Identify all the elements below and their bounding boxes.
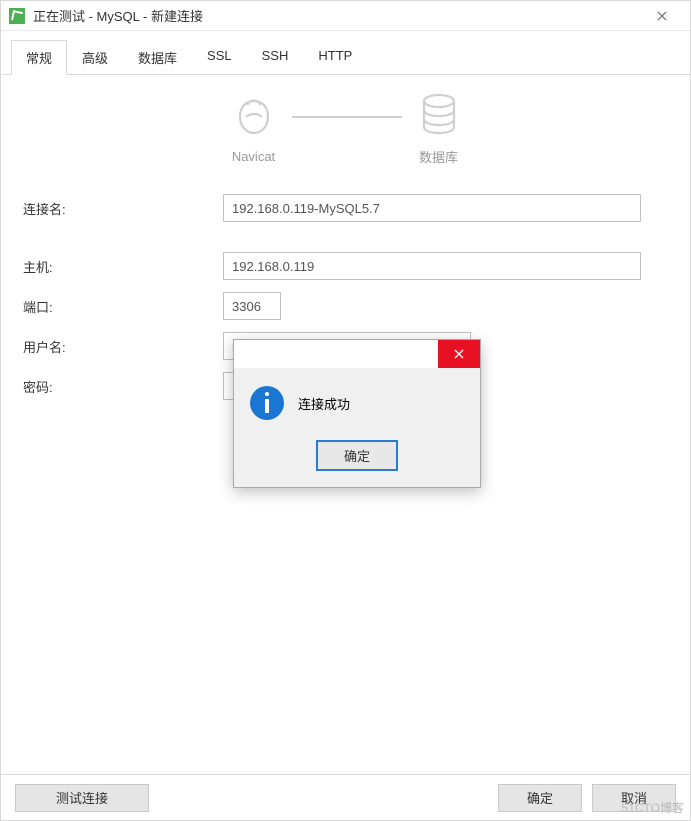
message-dialog-footer: 确定 [234,430,480,487]
message-dialog-body: 连接成功 [234,368,480,430]
tab-label: SSL [207,48,232,63]
row-port: 端口: [23,292,668,320]
illus-left-label: Navicat [232,149,275,164]
illus-right-label: 数据库 [419,147,458,166]
tab-label: SSH [262,48,289,63]
message-dialog-ok-button[interactable]: 确定 [316,440,398,471]
message-dialog-close-button[interactable] [438,340,480,368]
tab-ssl[interactable]: SSL [192,40,247,75]
tab-general[interactable]: 常规 [11,40,67,75]
button-label: 取消 [621,791,647,806]
input-port[interactable] [223,292,281,320]
navicat-icon [232,95,276,139]
dialog-footer: 测试连接 确定 取消 [1,774,690,820]
button-label: 测试连接 [56,791,108,806]
window-titlebar: 正在测试 - MySQL - 新建连接 [1,1,690,31]
tab-database[interactable]: 数据库 [123,40,192,75]
info-icon [250,386,284,420]
label-password: 密码: [23,377,223,396]
tabs-bar: 常规 高级 数据库 SSL SSH HTTP [1,31,690,75]
message-dialog-titlebar [234,340,480,368]
tab-ssh[interactable]: SSH [247,40,304,75]
row-connection-name: 连接名: [23,194,668,222]
message-text: 连接成功 [298,394,350,413]
input-connection-name[interactable] [223,194,641,222]
database-icon [418,93,460,137]
window-close-button[interactable] [642,1,682,31]
button-label: 确定 [344,449,370,464]
close-icon [657,11,667,21]
label-connection-name: 连接名: [23,199,223,218]
input-host[interactable] [223,252,641,280]
connection-illustration: Navicat 数据库 [23,93,668,166]
cancel-button[interactable]: 取消 [592,784,676,812]
row-host: 主机: [23,252,668,280]
tab-label: 高级 [82,51,108,66]
test-connection-button[interactable]: 测试连接 [15,784,149,812]
message-dialog: 连接成功 确定 [233,339,481,488]
tab-label: HTTP [318,48,352,63]
ok-button[interactable]: 确定 [498,784,582,812]
tab-label: 数据库 [138,51,177,66]
label-user: 用户名: [23,337,223,356]
close-icon [454,349,464,359]
tab-advanced[interactable]: 高级 [67,40,123,75]
app-icon [9,8,25,24]
label-port: 端口: [23,297,223,316]
illus-database: 数据库 [418,93,460,166]
button-label: 确定 [527,791,553,806]
label-host: 主机: [23,257,223,276]
illus-connector-line [292,116,402,118]
tab-label: 常规 [26,51,52,66]
window-title: 正在测试 - MySQL - 新建连接 [33,6,642,25]
tab-http[interactable]: HTTP [303,40,367,75]
illus-navicat: Navicat [232,95,276,164]
